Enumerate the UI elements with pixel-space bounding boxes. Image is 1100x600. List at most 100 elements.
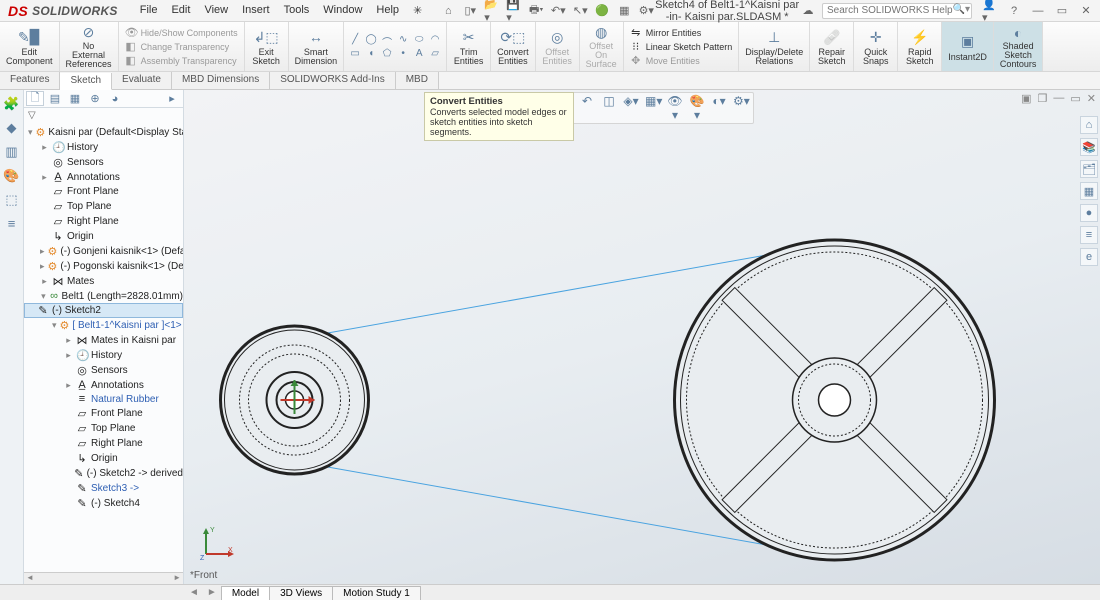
tree-sketch2[interactable]: ✎(-) Sketch2 — [24, 303, 183, 318]
sketch-entities-group[interactable]: ╱◯⌒∿⬭◠ ▭◖⬠•A▱ — [344, 22, 447, 71]
tree-sensors-2[interactable]: ◎Sensors — [24, 363, 183, 378]
tree-top-plane[interactable]: ▱Top Plane — [24, 199, 183, 214]
menu-window[interactable]: Window — [323, 4, 362, 17]
ellipse-tool-icon[interactable]: ⬭ — [412, 34, 426, 46]
home-icon[interactable]: ⌂ — [440, 3, 456, 19]
convert-entities-button[interactable]: ⟳⬚ Convert Entities — [491, 22, 536, 71]
select-icon[interactable]: ↖▾ — [572, 3, 588, 19]
menu-view[interactable]: View — [204, 4, 228, 17]
tree-right-2[interactable]: ▱Right Plane — [24, 436, 183, 451]
menu-edit[interactable]: Edit — [171, 4, 190, 17]
open-icon[interactable]: 📂▾ — [484, 3, 500, 19]
btab-prev[interactable]: ◄ — [185, 587, 203, 598]
move-entities-button[interactable]: ✥Move Entities — [630, 54, 700, 67]
tree-annotations[interactable]: ▸A̲Annotations — [24, 170, 183, 184]
smart-dimension-button[interactable]: ↔ Smart Dimension — [289, 22, 345, 71]
tree-mates[interactable]: ▸⋈Mates — [24, 274, 183, 289]
polygon-tool-icon[interactable]: ⬠ — [380, 48, 394, 60]
menu-help[interactable]: Help — [376, 4, 399, 17]
tree-sketch2-derived[interactable]: ✎(-) Sketch2 -> derived — [24, 466, 183, 481]
menu-tools[interactable]: Tools — [284, 4, 310, 17]
undo-icon[interactable]: ↶▾ — [550, 3, 566, 19]
fm-tab-appearance[interactable]: ◕ — [106, 91, 124, 106]
tree-history[interactable]: ▸🕘History — [24, 140, 183, 155]
maximize-icon[interactable]: ▭ — [1054, 3, 1070, 19]
fm-tab-tree[interactable]: 🗋 — [26, 91, 44, 106]
menu-search-icon[interactable]: ✳ — [413, 4, 422, 17]
tree-belt1[interactable]: ▾∞Belt1 (Length=2828.01mm) — [24, 289, 183, 303]
help-search-input[interactable] — [822, 3, 972, 19]
tree-right-plane[interactable]: ▱Right Plane — [24, 214, 183, 229]
tab-sketch[interactable]: Sketch — [60, 73, 112, 90]
linear-pattern-button[interactable]: ⁝⁝Linear Sketch Pattern — [630, 40, 733, 53]
tree-front-2[interactable]: ▱Front Plane — [24, 406, 183, 421]
btab-next[interactable]: ► — [203, 587, 221, 598]
plane-tool-icon[interactable]: ▱ — [428, 48, 442, 60]
tree-history-2[interactable]: ▸🕘History — [24, 348, 183, 363]
mirror-entities-button[interactable]: ⇋Mirror Entities — [630, 26, 702, 39]
arc-tool-icon[interactable]: ⌒ — [380, 34, 394, 46]
tree-annotations-2[interactable]: ▸A̲Annotations — [24, 378, 183, 392]
rapid-sketch-button[interactable]: ⚡ Rapid Sketch — [898, 22, 942, 71]
tree-front-plane[interactable]: ▱Front Plane — [24, 184, 183, 199]
tree-origin[interactable]: ↳Origin — [24, 229, 183, 244]
edit-component-button[interactable]: ✎▉ Edit Component — [0, 22, 60, 71]
btab-3dviews[interactable]: 3D Views — [269, 586, 333, 600]
appearance-icon[interactable]: 🎨 — [3, 168, 19, 184]
help-icon[interactable]: ? — [1006, 3, 1022, 19]
tree-top-2[interactable]: ▱Top Plane — [24, 421, 183, 436]
tab-mbd[interactable]: MBD — [396, 72, 439, 89]
offset-on-surface-button[interactable]: ◍ Offset On Surface — [580, 22, 624, 71]
fm-filter[interactable]: ▽ — [24, 108, 183, 123]
tab-features[interactable]: Features — [0, 72, 60, 89]
minimize-icon[interactable]: — — [1030, 3, 1046, 19]
print-icon[interactable]: 🖶▾ — [528, 3, 544, 19]
display-icon[interactable]: ▥ — [5, 144, 17, 160]
btab-model[interactable]: Model — [221, 586, 270, 600]
tab-mbd-dimensions[interactable]: MBD Dimensions — [172, 72, 270, 89]
circle-tool-icon[interactable]: ◯ — [364, 34, 378, 46]
point-tool-icon[interactable]: • — [396, 48, 410, 60]
spline-tool-icon[interactable]: ∿ — [396, 34, 410, 46]
tree-sensors[interactable]: ◎Sensors — [24, 155, 183, 170]
fm-panel-toggle[interactable]: ▸ — [163, 91, 181, 106]
graphics-viewport[interactable]: ⤢ ⬚ ↶ ◫ ◈▾ ▦▾ 👁▾ 🎨▾ ◐▾ ⚙▾ ▣ ❐ — ▭ ✕ Conv… — [184, 90, 1100, 584]
save-icon[interactable]: 💾▾ — [506, 3, 522, 19]
change-transparency-button[interactable]: ◧Change Transparency — [125, 40, 230, 53]
new-doc-icon[interactable]: ▯▾ — [462, 3, 478, 19]
tree-root[interactable]: ▾⚙Kaisni par (Default<Display State-1>) — [24, 125, 183, 140]
tree-mates-in[interactable]: ▸⋈Mates in Kaisni par — [24, 333, 183, 348]
no-external-refs-button[interactable]: ⊘ No External References — [60, 22, 119, 71]
tree-origin-2[interactable]: ↳Origin — [24, 451, 183, 466]
trim-entities-button[interactable]: ✂ Trim Entities — [447, 22, 491, 71]
offset-entities-button[interactable]: ◎ Offset Entities — [536, 22, 580, 71]
repair-sketch-button[interactable]: 🩹 Repair Sketch — [810, 22, 854, 71]
text-tool-icon[interactable]: A — [412, 48, 426, 60]
rectangle-tool-icon[interactable]: ▭ — [348, 48, 362, 60]
shaded-contours-button[interactable]: ◐ Shaded Sketch Contours — [994, 22, 1044, 71]
fm-tab-prop[interactable]: ▦ — [66, 91, 84, 106]
tree-material[interactable]: ≡Natural Rubber — [24, 392, 183, 406]
settings-icon[interactable]: ⚙▾ — [638, 3, 654, 19]
search-icon[interactable]: 🔍▾ — [953, 4, 970, 15]
menu-file[interactable]: File — [140, 4, 158, 17]
tree-scrollbar[interactable] — [24, 572, 183, 584]
display-delete-relations-button[interactable]: ⊥ Display/Delete Relations — [739, 22, 810, 71]
dimxpert-icon[interactable]: ◆ — [7, 120, 17, 136]
tree-part-gonjeni[interactable]: ▸⚙(-) Gonjeni kaisnik<1> (Default<< — [24, 244, 183, 259]
slot-tool-icon[interactable]: ◖ — [364, 48, 378, 60]
quick-snaps-button[interactable]: ✛ Quick Snaps — [854, 22, 898, 71]
tree-sketch3[interactable]: ✎Sketch3 -> — [24, 481, 183, 496]
close-icon[interactable]: ✕ — [1078, 3, 1094, 19]
tab-evaluate[interactable]: Evaluate — [112, 72, 172, 89]
tree-belt-part[interactable]: ▾⚙[ Belt1-1^Kaisni par ]<1> -> ( — [24, 318, 183, 333]
fm-tab-display[interactable]: ⊕ — [86, 91, 104, 106]
user-icon[interactable]: 👤▾ — [982, 3, 998, 19]
decals-icon[interactable]: ⬚ — [5, 192, 17, 208]
assembly-transparency-button[interactable]: ◧Assembly Transparency — [125, 54, 237, 67]
custom-icon[interactable]: ≡ — [8, 216, 16, 231]
options-icon[interactable]: ▦ — [616, 3, 632, 19]
btab-motion[interactable]: Motion Study 1 — [332, 586, 421, 600]
instant2d-button[interactable]: ▣ Instant2D — [942, 22, 994, 71]
line-tool-icon[interactable]: ╱ — [348, 34, 362, 46]
